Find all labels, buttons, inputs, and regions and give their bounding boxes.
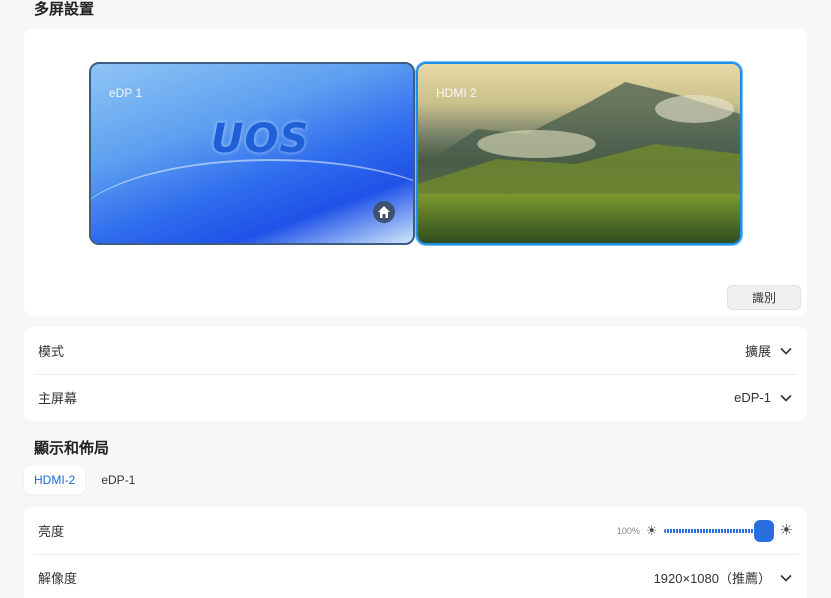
sun-small-icon: ☀ (645, 523, 658, 538)
monitor-tabs: HDMI-2 eDP-1 (24, 466, 145, 494)
chevron-down-icon[interactable] (779, 391, 793, 405)
multi-screen-title: 多屏設置 (34, 1, 95, 18)
monitor-arrangement-panel: eDP 1 UOS HDMI 2 識別 (24, 29, 807, 316)
display-layout-title: 顯示和佈局 (34, 440, 110, 457)
resolution-label: 解像度 (38, 571, 78, 586)
brightness-slider[interactable] (663, 519, 774, 542)
mode-label: 模式 (38, 344, 65, 359)
home-icon (373, 201, 395, 223)
uos-logo: UOS (211, 116, 310, 162)
mode-settings-card: 模式 擴展 主屏幕 eDP-1 (24, 327, 807, 421)
chevron-down-icon[interactable] (779, 571, 793, 585)
identify-button[interactable]: 識別 (727, 285, 801, 310)
brightness-row: 亮度 100% ☀ ☀ (24, 507, 807, 554)
monitor-edp1-label: eDP 1 (109, 86, 143, 100)
monitor-hdmi2-label: HDMI 2 (436, 86, 477, 100)
sun-large-icon: ☀ (779, 522, 793, 539)
chevron-down-icon[interactable] (779, 344, 793, 358)
tab-hdmi-2[interactable]: HDMI-2 (24, 466, 86, 494)
primary-screen-value: eDP-1 (734, 390, 771, 405)
primary-screen-row[interactable]: 主屏幕 eDP-1 (24, 374, 807, 421)
resolution-row[interactable]: 解像度 1920×1080（推薦） (24, 554, 807, 598)
monitor-edp1[interactable]: eDP 1 UOS (89, 62, 415, 245)
monitor-hdmi2[interactable]: HDMI 2 (416, 62, 742, 245)
mode-row[interactable]: 模式 擴展 (24, 327, 807, 374)
brightness-percent: 100% (616, 525, 640, 536)
brightness-slider-thumb[interactable] (753, 519, 774, 542)
tab-edp-1[interactable]: eDP-1 (91, 466, 145, 494)
mode-value: 擴展 (744, 344, 771, 359)
display-settings-card: 亮度 100% ☀ ☀ 解像度 1920×1080（推薦） (24, 507, 807, 598)
brightness-control: 100% ☀ ☀ (616, 519, 793, 542)
brightness-label: 亮度 (38, 524, 65, 539)
resolution-value: 1920×1080（推薦） (653, 571, 771, 586)
primary-screen-label: 主屏幕 (38, 391, 78, 406)
wallpaper-wave (91, 159, 413, 243)
